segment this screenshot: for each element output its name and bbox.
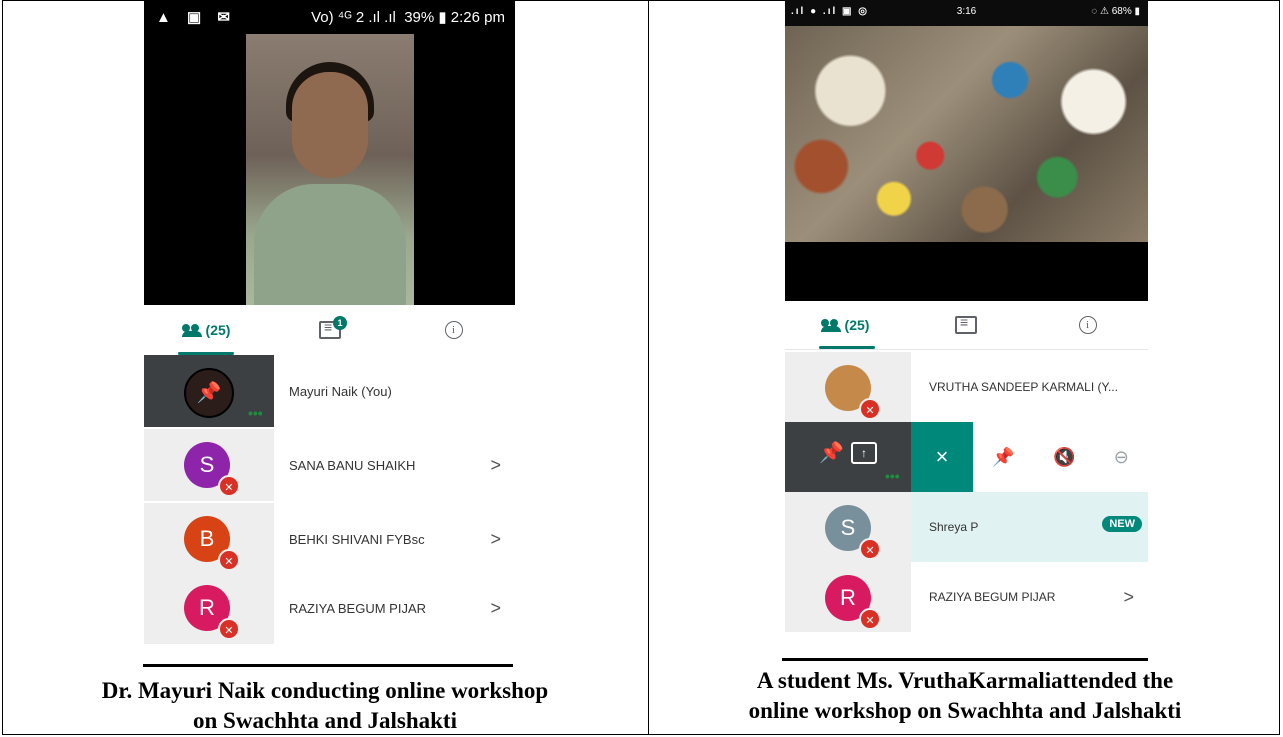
status-right-text: Vo) ⁴ᴳ 2 .ıl .ıl 39% ▮ 2:26 pm	[311, 8, 505, 26]
tab-people[interactable]: (25)	[144, 305, 268, 355]
active-tab-indicator	[819, 346, 875, 349]
avatar-cell: R ✕	[144, 572, 274, 644]
participant-name: Shreya P	[929, 520, 979, 534]
participant-action-pill: 📌 🔇 ⊖	[973, 422, 1148, 492]
chevron-right-icon[interactable]: >	[490, 572, 501, 644]
remove-participant-icon[interactable]: ⊖	[1114, 447, 1129, 468]
status-bar: ▲ ▣ ✉ Vo) ⁴ᴳ 2 .ıl .ıl 39% ▮ 2:26 pm	[144, 0, 515, 34]
info-icon: i	[1078, 316, 1097, 334]
participant-name: VRUTHA SANDEEP KARMALI (Y...	[929, 380, 1118, 394]
more-options-dots[interactable]: •••	[885, 468, 900, 484]
more-options-dots[interactable]: •••	[248, 405, 263, 421]
chevron-right-icon[interactable]: >	[490, 429, 501, 501]
participant-name: RAZIYA BEGUM PIJAR	[929, 590, 1056, 604]
people-count: (25)	[205, 322, 231, 338]
chat-badge: 1	[333, 316, 347, 330]
caption-rule-left	[143, 664, 513, 667]
mute-participant-icon[interactable]: 🔇	[1053, 447, 1075, 468]
pin-icon: 📌	[819, 442, 844, 464]
participant-row[interactable]: R ✕ RAZIYA BEGUM PIJAR >	[144, 572, 515, 644]
meeting-tabs: (25) i	[785, 301, 1148, 350]
caption-right-line2: online workshop on Swachhta and Jalshakt…	[748, 698, 1182, 723]
chat-icon: 1	[319, 316, 347, 339]
participant-row[interactable]: R ✕ RAZIYA BEGUM PIJAR >	[785, 562, 1148, 632]
info-icon: i	[444, 321, 463, 339]
caption-rule-right	[782, 658, 1148, 661]
avatar-cell: B ✕	[144, 503, 274, 575]
avatar-cell: R ✕	[785, 562, 911, 632]
battery-time: 39% ▮ 2:26 pm	[404, 9, 505, 26]
chevron-right-icon[interactable]: >	[490, 503, 501, 575]
close-button[interactable]: ×	[911, 422, 973, 492]
people-count: (25)	[844, 317, 870, 333]
people-icon	[820, 319, 841, 332]
participant-name: SANA BANU SHAIKH	[289, 457, 416, 473]
pin-icon[interactable]: 📌	[992, 447, 1014, 468]
tab-chat[interactable]	[905, 301, 1027, 349]
participant-controls-row: 📌 ↑ ••• × 📌 🔇 ⊖	[785, 422, 1148, 492]
participant-row[interactable]: S ✕ SANA BANU SHAIKH >	[144, 429, 515, 501]
participant-name: BEHKI SHIVANI FYBsc	[289, 531, 425, 547]
video-feed	[144, 34, 515, 305]
avatar-cell: ✕	[785, 352, 911, 422]
participant-row-self[interactable]: ✕ VRUTHA SANDEEP KARMALI (Y...	[785, 352, 1148, 422]
participant-name: Mayuri Naik (You)	[289, 383, 392, 399]
mic-off-icon: ✕	[218, 618, 240, 640]
presenter-video	[246, 34, 414, 305]
chat-icon	[955, 314, 977, 334]
people-icon	[181, 324, 202, 337]
tab-info[interactable]: i	[1027, 301, 1148, 349]
avatar-cell: S ✕	[785, 492, 911, 562]
caption-right-line1: A student Ms. VruthaKarmaliattended the	[756, 668, 1174, 693]
waste-pile-video	[785, 26, 1148, 242]
mic-off-icon: ✕	[218, 549, 240, 571]
left-phone-screenshot: ▲ ▣ ✉ Vo) ⁴ᴳ 2 .ıl .ıl 39% ▮ 2:26 pm (25…	[144, 0, 515, 644]
participant-name: RAZIYA BEGUM PIJAR	[289, 600, 427, 616]
status-right-text: ◌ ⚠ 68% ▮	[1091, 6, 1140, 17]
body-shape	[254, 184, 406, 305]
avatar-cell: 📌 •••	[144, 355, 274, 427]
tab-chat[interactable]: 1	[268, 305, 392, 355]
video-feed	[785, 26, 1148, 301]
mic-off-icon: ✕	[218, 475, 240, 497]
caption-left: Dr. Mayuri Naik conducting online worksh…	[20, 676, 630, 736]
mic-off-icon: ✕	[859, 538, 881, 560]
table-cell-divider	[648, 0, 649, 735]
participant-row[interactable]: B ✕ BEHKI SHIVANI FYBsc >	[144, 503, 515, 575]
tab-info[interactable]: i	[392, 305, 515, 355]
caption-left-line2: on Swachhta and Jalshakti	[193, 708, 457, 733]
participant-row-self[interactable]: 📌 ••• Mayuri Naik (You)	[144, 355, 515, 427]
avatar-cell: S ✕	[144, 429, 274, 501]
status-left-icons: ▲ ▣ ✉	[156, 9, 236, 26]
face-shape	[292, 72, 368, 178]
present-screen-icon: ↑	[851, 442, 877, 464]
caption-right: A student Ms. VruthaKarmaliattended the …	[660, 666, 1270, 726]
new-badge: NEW	[1102, 516, 1142, 532]
avatar-cell-dark: 📌 ↑ •••	[785, 422, 911, 492]
meeting-tabs: (25) 1 i	[144, 305, 515, 356]
status-bar: .ıl ● .ıl ▣ ◎ 3:16 ◌ ⚠ 68% ▮	[785, 0, 1148, 26]
caption-left-line1: Dr. Mayuri Naik conducting online worksh…	[101, 678, 549, 703]
mic-off-icon: ✕	[859, 398, 881, 420]
participant-row[interactable]: S ✕ Shreya P NEW	[785, 492, 1148, 562]
pin-avatar: 📌	[184, 368, 234, 418]
network-indicators: Vo) ⁴ᴳ 2 .ıl .ıl	[311, 9, 396, 26]
chevron-right-icon[interactable]: >	[1123, 562, 1134, 632]
right-phone-screenshot: .ıl ● .ıl ▣ ◎ 3:16 ◌ ⚠ 68% ▮ (25) i ✕ VR…	[785, 0, 1148, 636]
tab-people[interactable]: (25)	[785, 301, 905, 349]
mic-off-icon: ✕	[859, 608, 881, 630]
